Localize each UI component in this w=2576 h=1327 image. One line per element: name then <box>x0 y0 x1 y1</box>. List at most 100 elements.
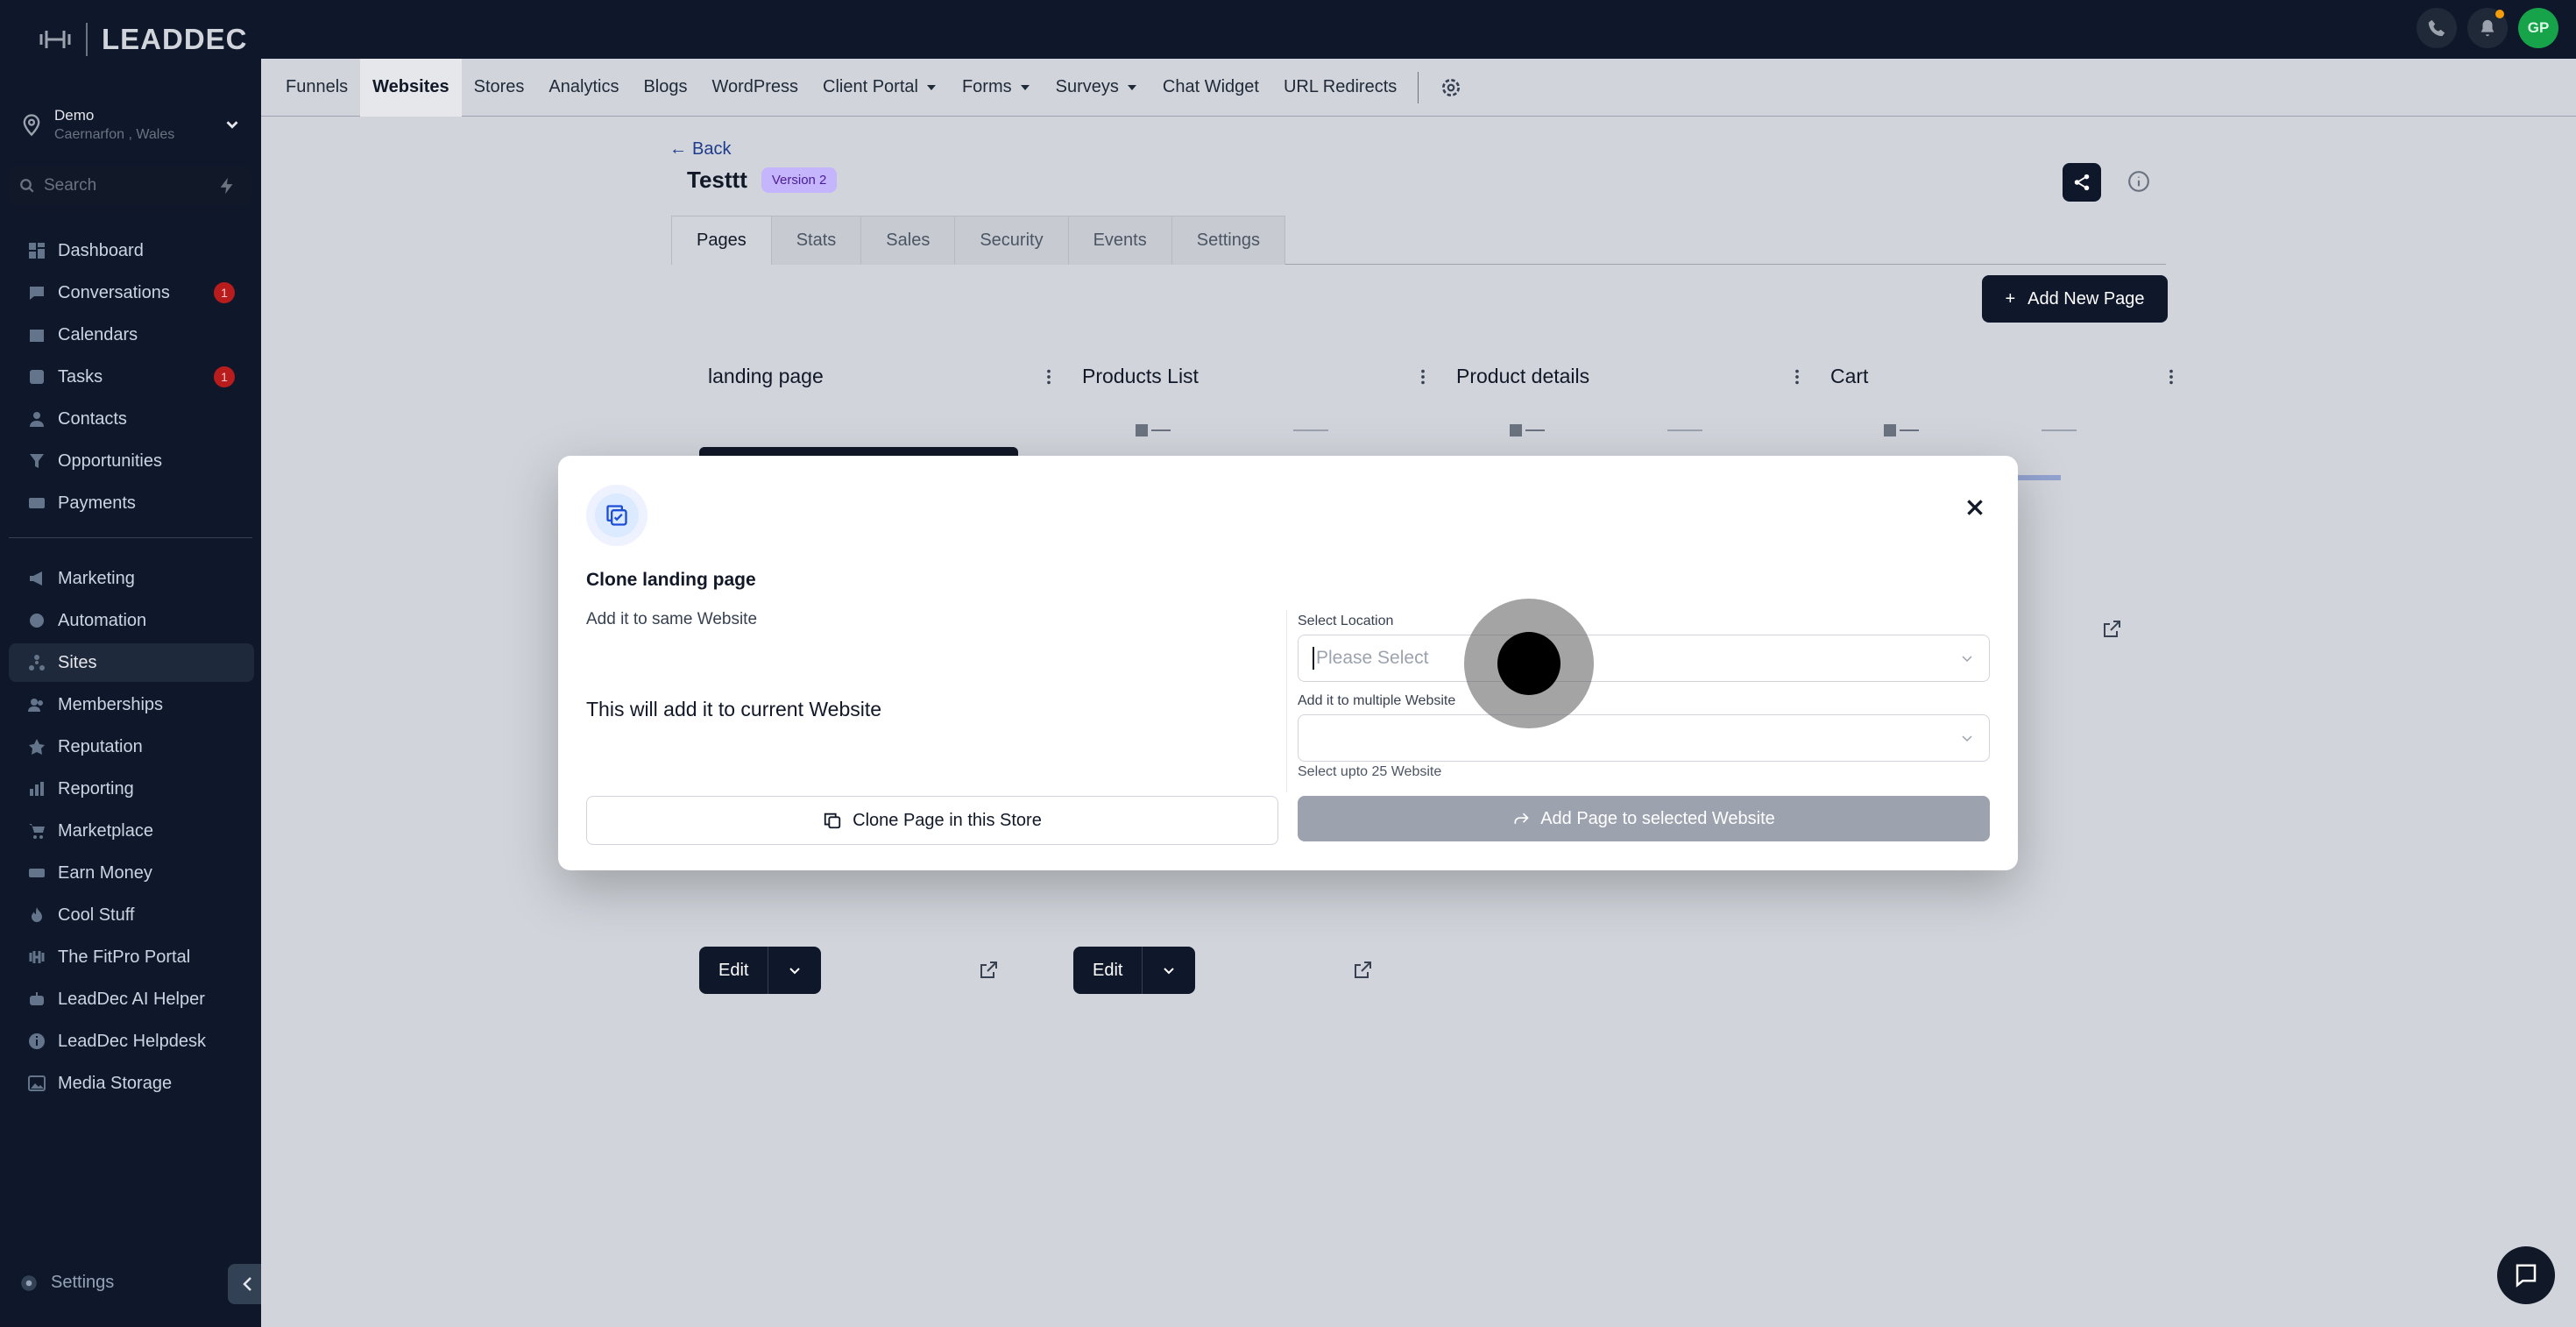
notifications-button[interactable] <box>2467 8 2508 48</box>
chevron-down-icon <box>1020 84 1030 90</box>
chevron-down-icon <box>1164 968 1175 975</box>
sidebar-item-reputation[interactable]: Reputation <box>9 727 254 766</box>
tab-label: Stores <box>473 77 525 96</box>
tab-client-portal[interactable]: Client Portal <box>810 59 950 117</box>
sidebar-item-helpdesk[interactable]: LeadDec Helpdesk <box>9 1022 254 1061</box>
chevron-down-icon <box>789 968 801 975</box>
page-card-title: Products List <box>1082 365 1199 387</box>
external-link-icon[interactable] <box>978 960 999 981</box>
add-page-to-selected-website-button[interactable]: Add Page to selected Website <box>1298 796 1990 841</box>
edit-button[interactable]: Edit <box>1073 947 1196 994</box>
tab-blogs[interactable]: Blogs <box>631 59 699 117</box>
tab-stats[interactable]: Stats <box>770 216 862 265</box>
sidebar-item-label: Memberships <box>58 694 164 714</box>
search-icon <box>20 179 34 193</box>
more-vertical-icon[interactable] <box>1039 367 1058 387</box>
lightning-icon <box>220 177 233 195</box>
sidebar-item-cool-stuff[interactable]: Cool Stuff <box>9 896 254 934</box>
clone-page-in-store-button[interactable]: Clone Page in this Store <box>586 796 1278 845</box>
cursor-core <box>1497 632 1560 695</box>
sidebar-item-automation[interactable]: Automation <box>9 601 254 640</box>
sidebar-settings[interactable]: Settings <box>19 1273 114 1293</box>
sidebar-item-label: Earn Money <box>58 862 152 883</box>
tab-settings[interactable]: Settings <box>1171 216 1285 265</box>
sidebar-item-reporting[interactable]: Reporting <box>9 770 254 808</box>
sidebar-item-label: Reputation <box>58 736 143 756</box>
edit-dropdown-button[interactable] <box>768 947 821 994</box>
chart-icon <box>30 782 44 796</box>
sidebar-item-label: Media Storage <box>58 1073 173 1093</box>
location-switcher[interactable]: Demo Caernarfon , Wales <box>9 93 252 156</box>
external-link-icon[interactable] <box>1352 960 1373 981</box>
edit-dropdown-button[interactable] <box>1143 947 1195 994</box>
image-icon <box>28 1075 46 1091</box>
tab-wordpress[interactable]: WordPress <box>699 59 810 117</box>
modal-icon <box>586 485 648 546</box>
select-location-dropdown[interactable]: Please Select <box>1298 635 1990 682</box>
add-button-label: Add Page to selected Website <box>1540 808 1775 828</box>
tab-label: WordPress <box>711 77 799 96</box>
info-icon[interactable] <box>2127 170 2150 193</box>
tab-url-redirects[interactable]: URL Redirects <box>1271 59 1409 117</box>
external-link-icon[interactable] <box>2101 619 2122 640</box>
dumbbell-icon <box>29 951 45 963</box>
sidebar-item-payments[interactable]: Payments <box>9 484 254 522</box>
sidebar-item-marketplace[interactable]: Marketplace <box>9 812 254 850</box>
tab-label: Analytics <box>548 77 619 96</box>
tab-label: Blogs <box>643 77 688 96</box>
modal-title: Clone landing page <box>586 570 756 590</box>
star-icon <box>29 739 45 755</box>
quick-actions-button[interactable] <box>212 171 242 201</box>
user-avatar[interactable]: GP <box>2518 8 2558 48</box>
page-thumbnail-preview <box>699 447 1018 456</box>
sidebar-item-media-storage[interactable]: Media Storage <box>9 1064 254 1103</box>
tab-security[interactable]: Security <box>954 216 1069 265</box>
back-link[interactable]: ← Back <box>669 139 731 160</box>
add-new-page-button[interactable]: + Add New Page <box>1982 275 2168 323</box>
tab-analytics[interactable]: Analytics <box>536 59 631 117</box>
more-vertical-icon[interactable] <box>1787 367 1807 387</box>
sidebar-item-earn-money[interactable]: Earn Money <box>9 854 254 892</box>
multiple-website-dropdown[interactable] <box>1298 714 1990 762</box>
sidebar-item-label: Opportunities <box>58 451 162 471</box>
more-vertical-icon[interactable] <box>1413 367 1433 387</box>
sites-icon <box>29 655 45 671</box>
sidebar-item-sites[interactable]: Sites <box>9 643 254 682</box>
tab-chat-widget[interactable]: Chat Widget <box>1150 59 1271 117</box>
tab-sales[interactable]: Sales <box>860 216 956 265</box>
phone-button[interactable] <box>2417 8 2457 48</box>
tab-surveys[interactable]: Surveys <box>1044 59 1150 117</box>
location-pin-icon <box>23 114 40 137</box>
sidebar-item-conversations[interactable]: Conversations 1 <box>9 273 254 312</box>
sidebar-search[interactable]: Search <box>9 167 252 205</box>
edit-button[interactable]: Edit <box>699 947 822 994</box>
sidebar-item-marketing[interactable]: Marketing <box>9 559 254 598</box>
sidebar-item-opportunities[interactable]: Opportunities <box>9 442 254 480</box>
search-input[interactable]: Search <box>44 176 212 195</box>
user-icon <box>30 412 44 427</box>
sidebar-item-dashboard[interactable]: Dashboard <box>9 231 254 270</box>
chat-widget-button[interactable] <box>2497 1246 2555 1304</box>
gear-icon[interactable] <box>1440 76 1462 99</box>
tab-funnels[interactable]: Funnels <box>273 59 360 117</box>
tab-websites[interactable]: Websites <box>360 58 462 117</box>
tab-stores[interactable]: Stores <box>462 59 537 117</box>
sidebar-item-label: Marketing <box>58 568 135 588</box>
share-button[interactable] <box>2063 163 2101 202</box>
more-vertical-icon[interactable] <box>2162 367 2181 387</box>
sidebar-item-ai-helper[interactable]: LeadDec AI Helper <box>9 980 254 1018</box>
tab-events[interactable]: Events <box>1067 216 1172 265</box>
close-icon[interactable] <box>1964 496 1986 519</box>
sidebar-item-fitpro-portal[interactable]: The FitPro Portal <box>9 938 254 976</box>
tab-forms[interactable]: Forms <box>950 59 1044 117</box>
tab-label: Chat Widget <box>1162 77 1259 96</box>
sidebar-item-contacts[interactable]: Contacts <box>9 400 254 438</box>
page-card-header: landing page <box>708 365 1058 388</box>
settings-label: Settings <box>51 1273 115 1292</box>
sidebar-item-tasks[interactable]: Tasks 1 <box>9 358 254 396</box>
sidebar-item-memberships[interactable]: Memberships <box>9 685 254 724</box>
location-address: Caernarfon , Wales <box>54 126 175 142</box>
tab-pages[interactable]: Pages <box>671 216 772 265</box>
brand-logo[interactable]: LEADDEC <box>39 23 248 56</box>
sidebar-item-calendars[interactable]: Calendars <box>9 316 254 354</box>
